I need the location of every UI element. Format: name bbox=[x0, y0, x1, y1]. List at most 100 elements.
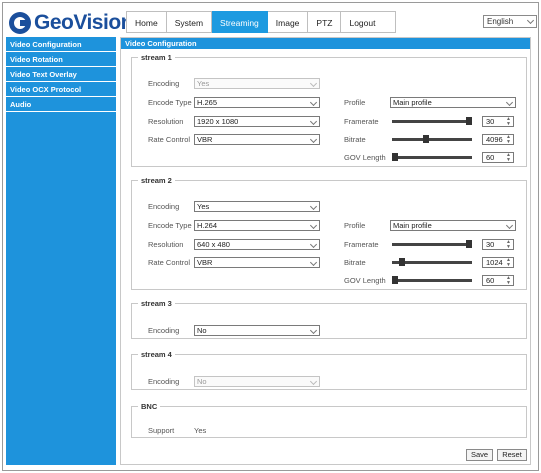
stream2-encoding-select[interactable]: Yes bbox=[194, 201, 320, 212]
stream1-encoding-select[interactable]: Yes bbox=[194, 78, 320, 89]
stream1-bitrate-value: 4096 bbox=[486, 135, 503, 144]
stream1-rate-control-label: Rate Control bbox=[148, 135, 191, 144]
stream2-resolution-label: Resolution bbox=[148, 240, 184, 249]
save-button[interactable]: Save bbox=[466, 449, 493, 461]
stream2-encode-type-label: Encode Type bbox=[148, 221, 192, 230]
sidebar-item-video-text-overlay[interactable]: Video Text Overlay bbox=[6, 67, 116, 82]
stream1-title: stream 1 bbox=[141, 53, 172, 62]
stream1-encode-type-label: Encode Type bbox=[148, 98, 192, 107]
stream2-panel: stream 2 Encoding Yes Encode Type H.264 … bbox=[131, 176, 527, 290]
stream2-profile-value: Main profile bbox=[393, 221, 432, 230]
stream2-encoding-value: Yes bbox=[197, 202, 210, 211]
stream1-gov-stepper[interactable]: 60 ▲ ▼ bbox=[482, 152, 514, 163]
stream1-bitrate-stepper[interactable]: 4096 ▲ ▼ bbox=[482, 134, 514, 145]
language-select[interactable]: English bbox=[483, 15, 537, 28]
stream1-bitrate-label: Bitrate bbox=[344, 135, 366, 144]
slider-handle[interactable] bbox=[392, 276, 398, 284]
stream3-panel: stream 3 Encoding No bbox=[131, 299, 527, 339]
chevron-down-icon bbox=[309, 258, 318, 267]
stream2-framerate-label: Framerate bbox=[344, 240, 379, 249]
stream2-profile-label: Profile bbox=[344, 221, 366, 230]
stream2-rate-control-value: VBR bbox=[197, 258, 213, 267]
stream2-gov-slider[interactable] bbox=[392, 276, 472, 284]
tab-streaming[interactable]: Streaming bbox=[212, 11, 268, 33]
sidebar: Video Configuration Video Rotation Video… bbox=[6, 37, 116, 465]
stream4-title: stream 4 bbox=[141, 350, 172, 359]
stream3-encoding-select[interactable]: No bbox=[194, 325, 320, 336]
stream1-profile-label: Profile bbox=[344, 98, 366, 107]
chevron-down-icon bbox=[309, 202, 318, 211]
stream1-gov-length-label: GOV Length bbox=[344, 153, 386, 162]
tab-image[interactable]: Image bbox=[267, 11, 309, 33]
stream2-encoding-label: Encoding bbox=[148, 202, 180, 211]
stream2-rate-control-label: Rate Control bbox=[148, 258, 191, 267]
chevron-down-icon bbox=[309, 221, 318, 230]
stream2-bitrate-label: Bitrate bbox=[344, 258, 366, 267]
chevron-down-icon bbox=[309, 117, 318, 126]
slider-handle[interactable] bbox=[466, 240, 472, 248]
slider-handle[interactable] bbox=[423, 135, 430, 143]
main-content: Video Configuration stream 1 Encoding Ye… bbox=[120, 37, 531, 465]
slider-handle[interactable] bbox=[392, 153, 398, 161]
tab-logout[interactable]: Logout bbox=[341, 11, 397, 33]
stream2-bitrate-stepper[interactable]: 1024 ▲ ▼ bbox=[482, 257, 514, 268]
tab-system[interactable]: System bbox=[166, 11, 213, 33]
stream1-resolution-value: 1920 x 1080 bbox=[197, 117, 239, 126]
stream1-bitrate-slider[interactable] bbox=[392, 135, 472, 143]
stream3-encoding-value: No bbox=[197, 326, 207, 335]
stream4-encoding-select[interactable]: No bbox=[194, 376, 320, 387]
stream1-resolution-select[interactable]: 1920 x 1080 bbox=[194, 116, 320, 127]
bnc-support-value: Yes bbox=[194, 426, 207, 435]
bnc-title: BNC bbox=[141, 402, 158, 411]
stream1-rate-control-select[interactable]: VBR bbox=[194, 134, 320, 145]
geovision-logo-icon bbox=[9, 12, 31, 34]
stream1-encode-type-value: H.265 bbox=[197, 98, 218, 107]
stream2-framerate-value: 30 bbox=[486, 240, 495, 249]
stream1-gov-value: 60 bbox=[486, 153, 495, 162]
stream2-framerate-stepper[interactable]: 30 ▲ ▼ bbox=[482, 239, 514, 250]
stream2-profile-select[interactable]: Main profile bbox=[390, 220, 516, 231]
top-nav: Home System Streaming Image PTZ Logout bbox=[126, 11, 397, 33]
chevron-down-icon bbox=[309, 79, 318, 88]
stream1-profile-select[interactable]: Main profile bbox=[390, 97, 516, 108]
brand-name: GeoVision bbox=[34, 11, 133, 34]
sidebar-item-video-configuration[interactable]: Video Configuration bbox=[6, 37, 116, 52]
stream2-gov-length-label: GOV Length bbox=[344, 276, 386, 285]
spin-arrows-icon: ▲ ▼ bbox=[506, 116, 511, 127]
stream2-resolution-select[interactable]: 640 x 480 bbox=[194, 239, 320, 250]
chevron-down-icon bbox=[309, 240, 318, 249]
stream1-encoding-label: Encoding bbox=[148, 79, 180, 88]
sidebar-item-audio[interactable]: Audio bbox=[6, 97, 116, 112]
chevron-down-icon bbox=[526, 16, 535, 25]
sidebar-item-video-rotation[interactable]: Video Rotation bbox=[6, 52, 116, 67]
stream1-panel: stream 1 Encoding Yes Encode Type H.265 … bbox=[131, 53, 527, 167]
sidebar-item-video-ocx-protocol[interactable]: Video OCX Protocol bbox=[6, 82, 116, 97]
reset-button[interactable]: Reset bbox=[497, 449, 527, 461]
stream4-panel: stream 4 Encoding No bbox=[131, 350, 527, 390]
stream1-profile-value: Main profile bbox=[393, 98, 432, 107]
stream1-framerate-label: Framerate bbox=[344, 117, 379, 126]
slider-handle[interactable] bbox=[466, 117, 472, 125]
stream2-encode-type-value: H.264 bbox=[197, 221, 218, 230]
stream1-resolution-label: Resolution bbox=[148, 117, 184, 126]
tab-home[interactable]: Home bbox=[126, 11, 167, 33]
stream1-encode-type-select[interactable]: H.265 bbox=[194, 97, 320, 108]
spin-arrows-icon: ▲ ▼ bbox=[506, 275, 511, 286]
stream2-encode-type-select[interactable]: H.264 bbox=[194, 220, 320, 231]
slider-handle[interactable] bbox=[399, 258, 406, 266]
spin-arrows-icon: ▲ ▼ bbox=[506, 134, 511, 145]
chevron-down-icon bbox=[309, 326, 318, 335]
stream2-bitrate-slider[interactable] bbox=[392, 258, 472, 266]
bnc-support-label: Support bbox=[148, 426, 175, 435]
spin-arrows-icon: ▲ ▼ bbox=[506, 152, 511, 163]
stream1-framerate-stepper[interactable]: 30 ▲ ▼ bbox=[482, 116, 514, 127]
stream2-gov-stepper[interactable]: 60 ▲ ▼ bbox=[482, 275, 514, 286]
stream2-framerate-slider[interactable] bbox=[392, 240, 472, 248]
stream4-encoding-label: Encoding bbox=[148, 377, 180, 386]
stream1-framerate-slider[interactable] bbox=[392, 117, 472, 125]
stream1-framerate-value: 30 bbox=[486, 117, 495, 126]
stream2-rate-control-select[interactable]: VBR bbox=[194, 257, 320, 268]
stream1-gov-slider[interactable] bbox=[392, 153, 472, 161]
stream3-encoding-label: Encoding bbox=[148, 326, 180, 335]
tab-ptz[interactable]: PTZ bbox=[308, 11, 342, 33]
